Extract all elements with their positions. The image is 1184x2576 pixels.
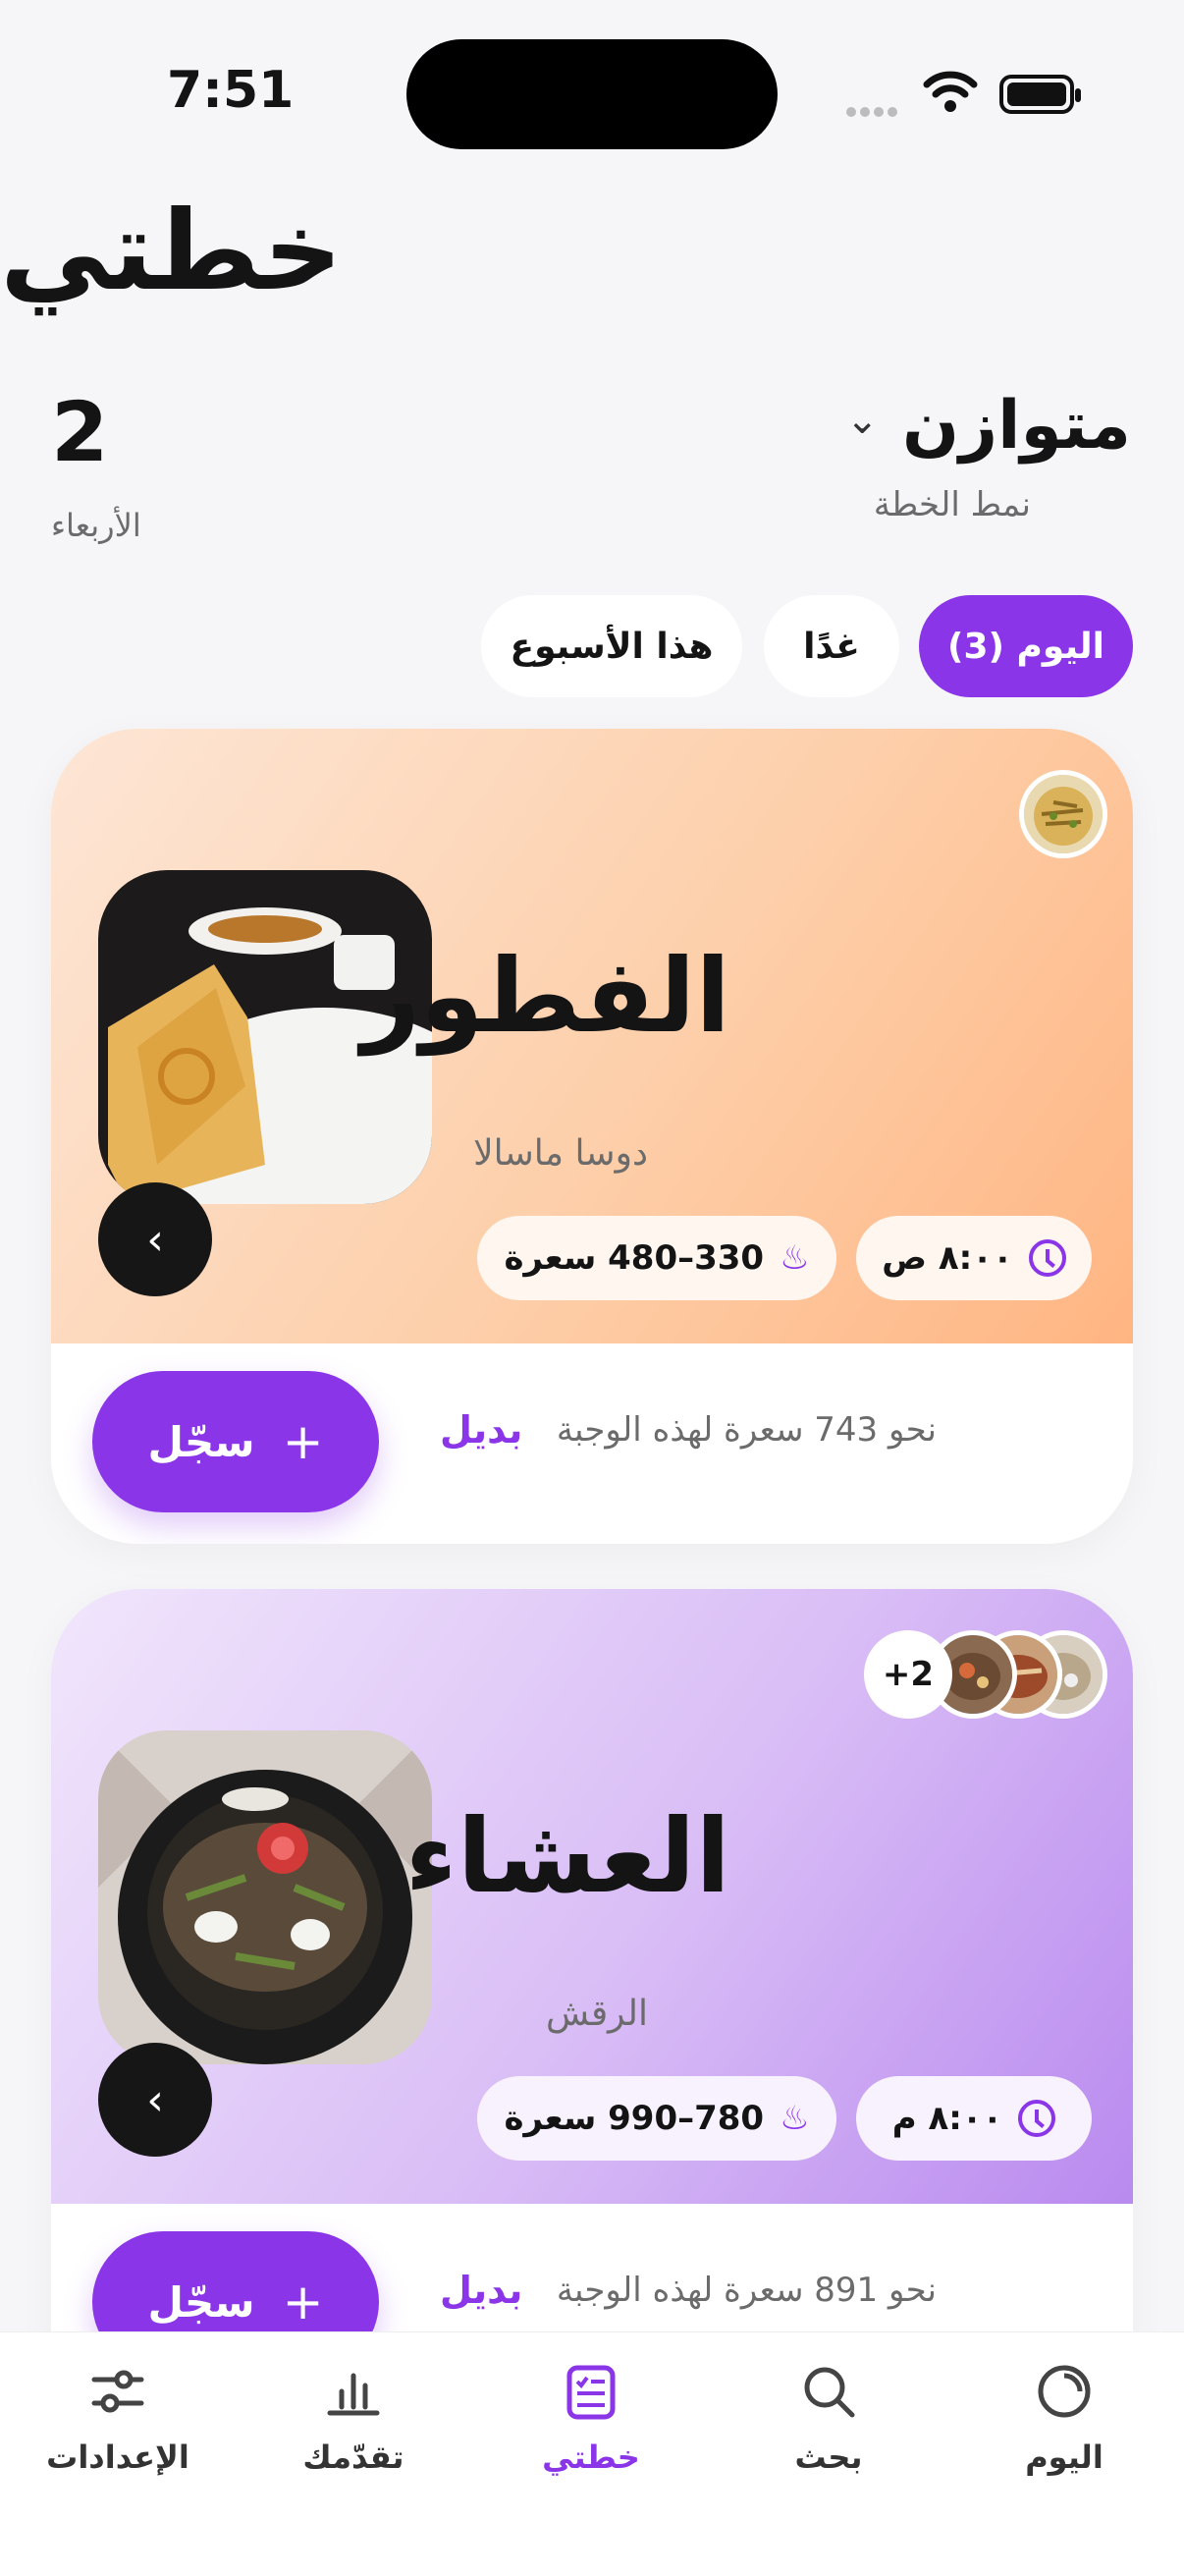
calories-range: 780–990 سعرة — [504, 2099, 765, 2138]
nav-today[interactable]: اليوم — [966, 2362, 1162, 2476]
nav-search[interactable]: بحث — [730, 2362, 927, 2476]
tab-today[interactable]: اليوم (3) — [919, 595, 1133, 697]
meal-dish: الرقش — [546, 1994, 648, 2034]
bar-chart-icon — [327, 2373, 380, 2416]
more-dishes-badge[interactable]: +2 — [864, 1630, 952, 1719]
plan-mode-label: نمط الخطة — [873, 485, 1031, 524]
nav-plan-label: خطتي — [542, 2439, 640, 2476]
log-button-label: سجّل — [147, 2277, 255, 2327]
wifi-icon — [923, 69, 978, 118]
alternative-link[interactable]: بديل — [440, 2269, 522, 2312]
meal-time-pill: ٨:٠٠ ص — [856, 1216, 1092, 1300]
meal-card-header: +2 العشاء الرقش ٨:٠٠ م ♨ 780–990 سعرة ‹ — [51, 1589, 1133, 2204]
status-time: 7:51 — [167, 61, 295, 120]
meal-time-pill: ٨:٠٠ م — [856, 2076, 1092, 2161]
sliders-icon — [91, 2370, 144, 2413]
approx-calories: نحو 891 سعرة لهذه الوجبة — [556, 2271, 937, 2310]
tab-tomorrow[interactable]: غدًا — [764, 595, 899, 697]
meal-time: ٨:٠٠ م — [891, 2099, 1003, 2138]
tab-this-week[interactable]: هذا الأسبوع — [481, 595, 742, 697]
nav-progress[interactable]: تقدّمك — [255, 2362, 452, 2476]
dish-thumbnail[interactable] — [1019, 770, 1107, 858]
meal-card-footer: + سجّل بديل نحو 743 سعرة لهذه الوجبة — [51, 1343, 1133, 1540]
nav-search-label: بحث — [794, 2439, 863, 2476]
calories-range: 330–480 سعرة — [504, 1238, 765, 1278]
page-title: خطتي — [0, 188, 343, 315]
meal-photo — [98, 1730, 432, 2064]
bottom-nav: اليوم بحث خطتي تقدّمك الإعدادات — [0, 2331, 1184, 2576]
previous-dish-button[interactable]: ‹ — [98, 1182, 212, 1296]
alternative-link[interactable]: بديل — [440, 1408, 522, 1452]
meal-name: العشاء — [404, 1796, 730, 1916]
plus-icon: + — [282, 1413, 324, 1470]
signal-icon — [846, 102, 907, 117]
battery-icon — [999, 75, 1081, 114]
clock-icon — [1028, 1239, 1066, 1277]
plus-icon: + — [282, 2274, 324, 2330]
calories-pill: ♨ 330–480 سعرة — [477, 1216, 836, 1300]
nav-today-label: اليوم — [1025, 2439, 1103, 2476]
checklist-icon — [566, 2365, 616, 2420]
log-meal-button[interactable]: + سجّل — [92, 1371, 379, 1512]
nav-plan[interactable]: خطتي — [493, 2362, 689, 2476]
nav-progress-label: تقدّمك — [302, 2439, 404, 2476]
clock-icon — [1018, 2100, 1056, 2137]
meal-time: ٨:٠٠ ص — [882, 1238, 1013, 1278]
meal-dish: دوسا ماسالا — [473, 1133, 648, 1174]
nav-settings-label: الإعدادات — [46, 2439, 189, 2476]
log-button-label: سجّل — [147, 1417, 255, 1466]
meal-name: الفطور — [361, 936, 730, 1056]
plan-mode-selector[interactable]: متوازن ⌄ — [845, 393, 1131, 460]
meal-card-breakfast[interactable]: الفطور دوسا ماسالا ٨:٠٠ ص ♨ 330–480 سعرة… — [51, 729, 1133, 1544]
nav-settings[interactable]: الإعدادات — [20, 2362, 216, 2476]
search-icon — [804, 2367, 855, 2418]
chevron-down-icon: ⌄ — [845, 398, 879, 443]
dynamic-island — [406, 39, 778, 149]
plan-mode-value: متوازن — [902, 387, 1131, 465]
flame-icon: ♨ — [780, 1238, 810, 1278]
progress-ring-icon — [1038, 2365, 1091, 2418]
flame-icon: ♨ — [780, 2099, 810, 2138]
week-day-label: الأربعاء — [51, 507, 141, 544]
calories-pill: ♨ 780–990 سعرة — [477, 2076, 836, 2161]
week-number: 2 — [51, 384, 109, 480]
meal-card-header: الفطور دوسا ماسالا ٨:٠٠ ص ♨ 330–480 سعرة… — [51, 729, 1133, 1343]
previous-dish-button[interactable]: ‹ — [98, 2043, 212, 2157]
approx-calories: نحو 743 سعرة لهذه الوجبة — [556, 1410, 937, 1450]
